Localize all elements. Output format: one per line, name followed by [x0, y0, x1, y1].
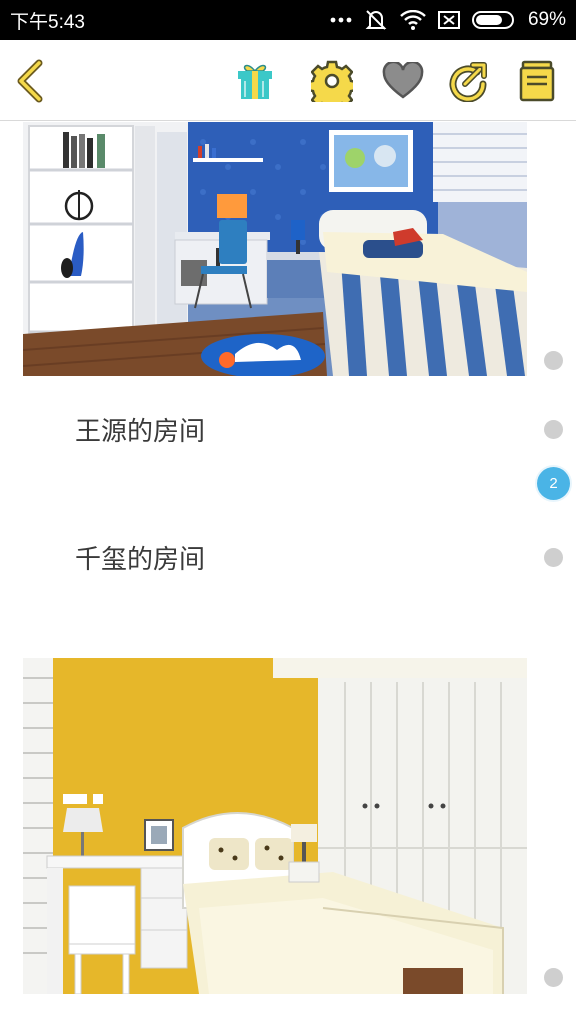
back-button[interactable] — [8, 40, 52, 121]
share-icon — [449, 61, 487, 102]
sim-none-icon — [437, 11, 460, 29]
room-photo-1[interactable] — [23, 122, 527, 376]
back-icon — [17, 59, 43, 102]
side-dot[interactable] — [544, 420, 563, 439]
status-time: 下午5:43 — [10, 11, 85, 33]
room-feed[interactable]: 王源的房间 千玺的房间 2 — [0, 122, 576, 1024]
share-button[interactable] — [445, 40, 491, 121]
status-bar: 下午5:43 69% — [0, 0, 576, 40]
battery-percent: 69% — [527, 9, 566, 30]
wifi-icon — [400, 10, 426, 30]
settings-button[interactable] — [309, 40, 355, 121]
page-number-badge[interactable]: 2 — [537, 467, 570, 500]
room-title-1[interactable]: 王源的房间 — [75, 411, 205, 448]
room-title-2[interactable]: 千玺的房间 — [75, 539, 205, 576]
gift-icon — [238, 64, 272, 99]
mute-vibrate-icon — [364, 9, 388, 31]
side-dot[interactable] — [544, 351, 563, 370]
heart-icon — [382, 61, 424, 99]
battery-icon — [471, 11, 516, 29]
gear-icon — [311, 60, 353, 102]
note-icon — [519, 60, 555, 101]
side-dot[interactable] — [544, 548, 563, 567]
favorite-button[interactable] — [380, 40, 426, 121]
room-photo-2[interactable] — [23, 658, 527, 994]
gift-button[interactable] — [232, 40, 278, 121]
status-icons: 69% — [330, 9, 566, 31]
notes-button[interactable] — [514, 40, 560, 121]
more-dots-icon — [330, 16, 352, 24]
side-dot[interactable] — [544, 968, 563, 987]
top-toolbar — [0, 40, 576, 121]
